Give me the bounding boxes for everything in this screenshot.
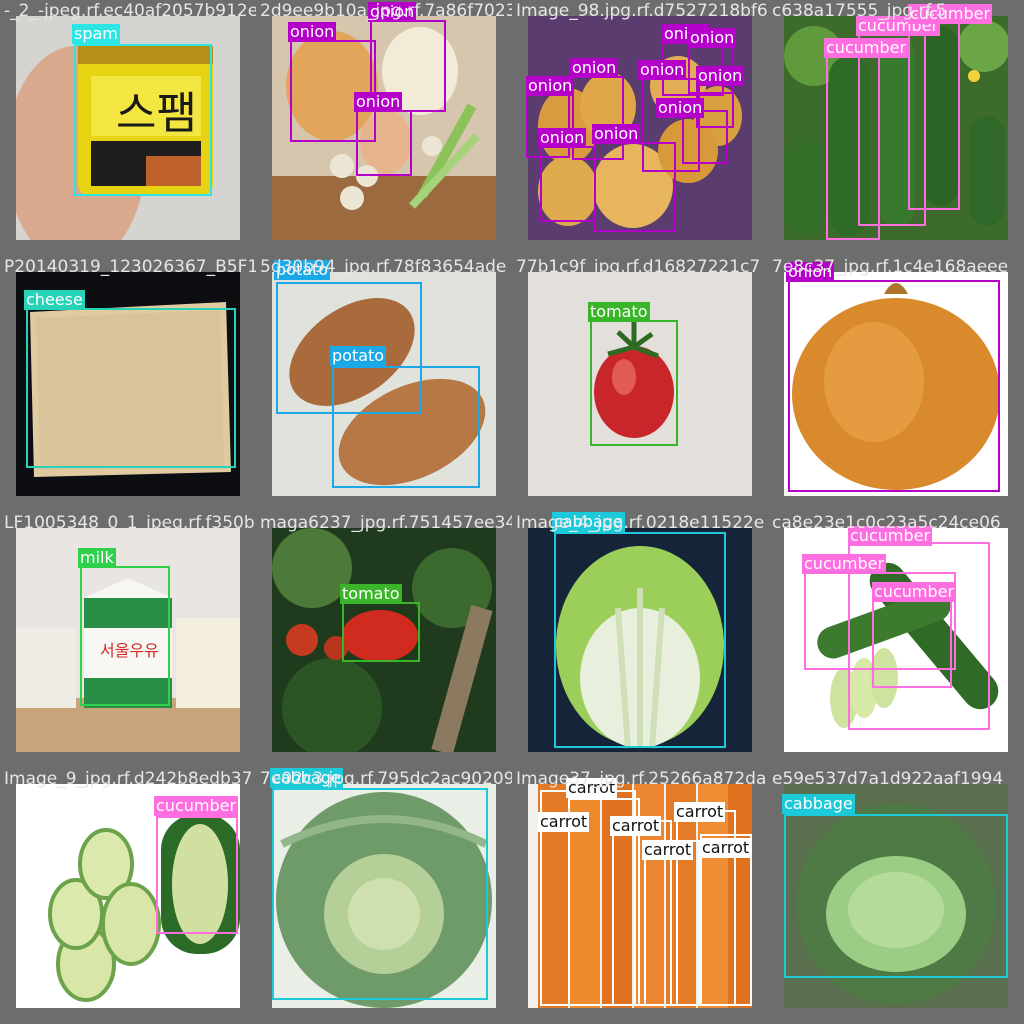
bbox-milk (80, 566, 170, 706)
label-carrot: carrot (700, 838, 752, 858)
bbox-tomato (342, 602, 420, 662)
bbox-onion (540, 146, 596, 222)
label-onion: onion (786, 262, 835, 282)
tile-tomato: tomato 77b1c9f_jpg.rf.d16827221c7 (512, 256, 768, 512)
label-cabbage: cabbage (782, 794, 855, 814)
label-onion: onion (368, 2, 417, 22)
label-carrot: carrot (610, 816, 662, 836)
bbox-onion (356, 110, 412, 176)
label-cucumber: cucumber (908, 4, 993, 24)
label-onion: onion (538, 128, 587, 148)
label-onion: onion (592, 124, 641, 144)
tile-sliced-cucumber: cucumber Image_9_jpg.rf.d242b8edb37 (0, 768, 256, 1024)
tile-cabbage-head: cabbage e59e537d7a1d922aaf1994 (768, 768, 1024, 1024)
label-milk: milk (78, 548, 116, 568)
label-onion: onion (570, 58, 619, 78)
label-cucumber: cucumber (154, 796, 239, 816)
label-onion: onion (288, 22, 337, 42)
bbox-cabbage (554, 532, 726, 748)
detection-mosaic: 스팸 spam -_2_-jpeg.rf.ec40af2057b912ec9df… (0, 0, 1024, 1024)
label-onion: onion (354, 92, 403, 112)
label-cucumber: cucumber (824, 38, 909, 58)
bbox-carrot (700, 834, 752, 1006)
tile-milk: 서울우유 milk LF1005348_0_1_jpeg.rf.f350b (0, 512, 256, 768)
tile-cheese: cheese P20140319_123026367_B5F1 (0, 256, 256, 512)
bbox-onion (788, 280, 1000, 492)
label-carrot: carrot (538, 812, 590, 832)
bbox-tomato (590, 320, 678, 446)
tile-green-cabbage: cabbage 7e02c3.jpg.rf.795dc2ac90209 (256, 768, 512, 1024)
label-cucumber: cucumber (872, 582, 957, 602)
label-onion: onion (656, 98, 705, 118)
tile-cucumbers-vine: cucumber cucumber cucumber c638a17555_jp… (768, 0, 1024, 256)
label-onion: onion (638, 60, 687, 80)
label-cabbage: cabbage (552, 512, 625, 532)
tile-tomato-plant: tomato maga6237_jpg.rf.751457ee342d88 (256, 512, 512, 768)
tile-carrots: carrot carrot carrot carrot carrot carro… (512, 768, 768, 1024)
label-cheese: cheese (24, 290, 85, 310)
bbox-cheese (26, 308, 236, 468)
tile-potatoes: potato potato 5d30b94_jpg.rf.78f83654ade (256, 256, 512, 512)
bbox-cucumber (908, 20, 960, 210)
tile-cucumbers-white: cucumber cucumber cucumber ca8e23e1c0c23… (768, 512, 1024, 768)
tile-onions-garlic: onion onion onion 2d9ee9b10a_jpg.rf.7a86… (256, 0, 512, 256)
tile-napa-cabbage: cabbage Image_4_jpg.rf.0218e11522e (512, 512, 768, 768)
bbox-cabbage (784, 814, 1008, 978)
tile-spam: 스팸 spam -_2_-jpeg.rf.ec40af2057b912ec9df… (0, 0, 256, 256)
label-tomato: tomato (588, 302, 650, 322)
bbox-cucumber (156, 816, 238, 934)
label-spam: spam (72, 24, 120, 44)
label-cabbage: cabbage (270, 768, 343, 788)
bbox-spam (74, 44, 212, 196)
label-tomato: tomato (340, 584, 402, 604)
bbox-onion (682, 110, 728, 164)
label-carrot: carrot (674, 802, 726, 822)
tile-onion-pile: onion onion onion onion onion onion onio… (512, 0, 768, 256)
label-carrot: carrot (566, 778, 618, 798)
label-onion: onion (688, 28, 737, 48)
label-onion: onion (696, 66, 745, 86)
bbox-potato (332, 366, 480, 488)
label-carrot: carrot (642, 840, 694, 860)
label-onion: onion (526, 76, 575, 96)
label-cucumber: cucumber (802, 554, 887, 574)
label-potato: potato (330, 346, 387, 366)
bbox-cabbage (272, 788, 488, 1000)
label-potato: potato (274, 260, 331, 280)
bbox-cucumber (872, 598, 952, 688)
label-cucumber: cucumber (848, 526, 933, 546)
tile-large-onion: onion 7e8c37_jpg.rf.1c4e168aeee (768, 256, 1024, 512)
